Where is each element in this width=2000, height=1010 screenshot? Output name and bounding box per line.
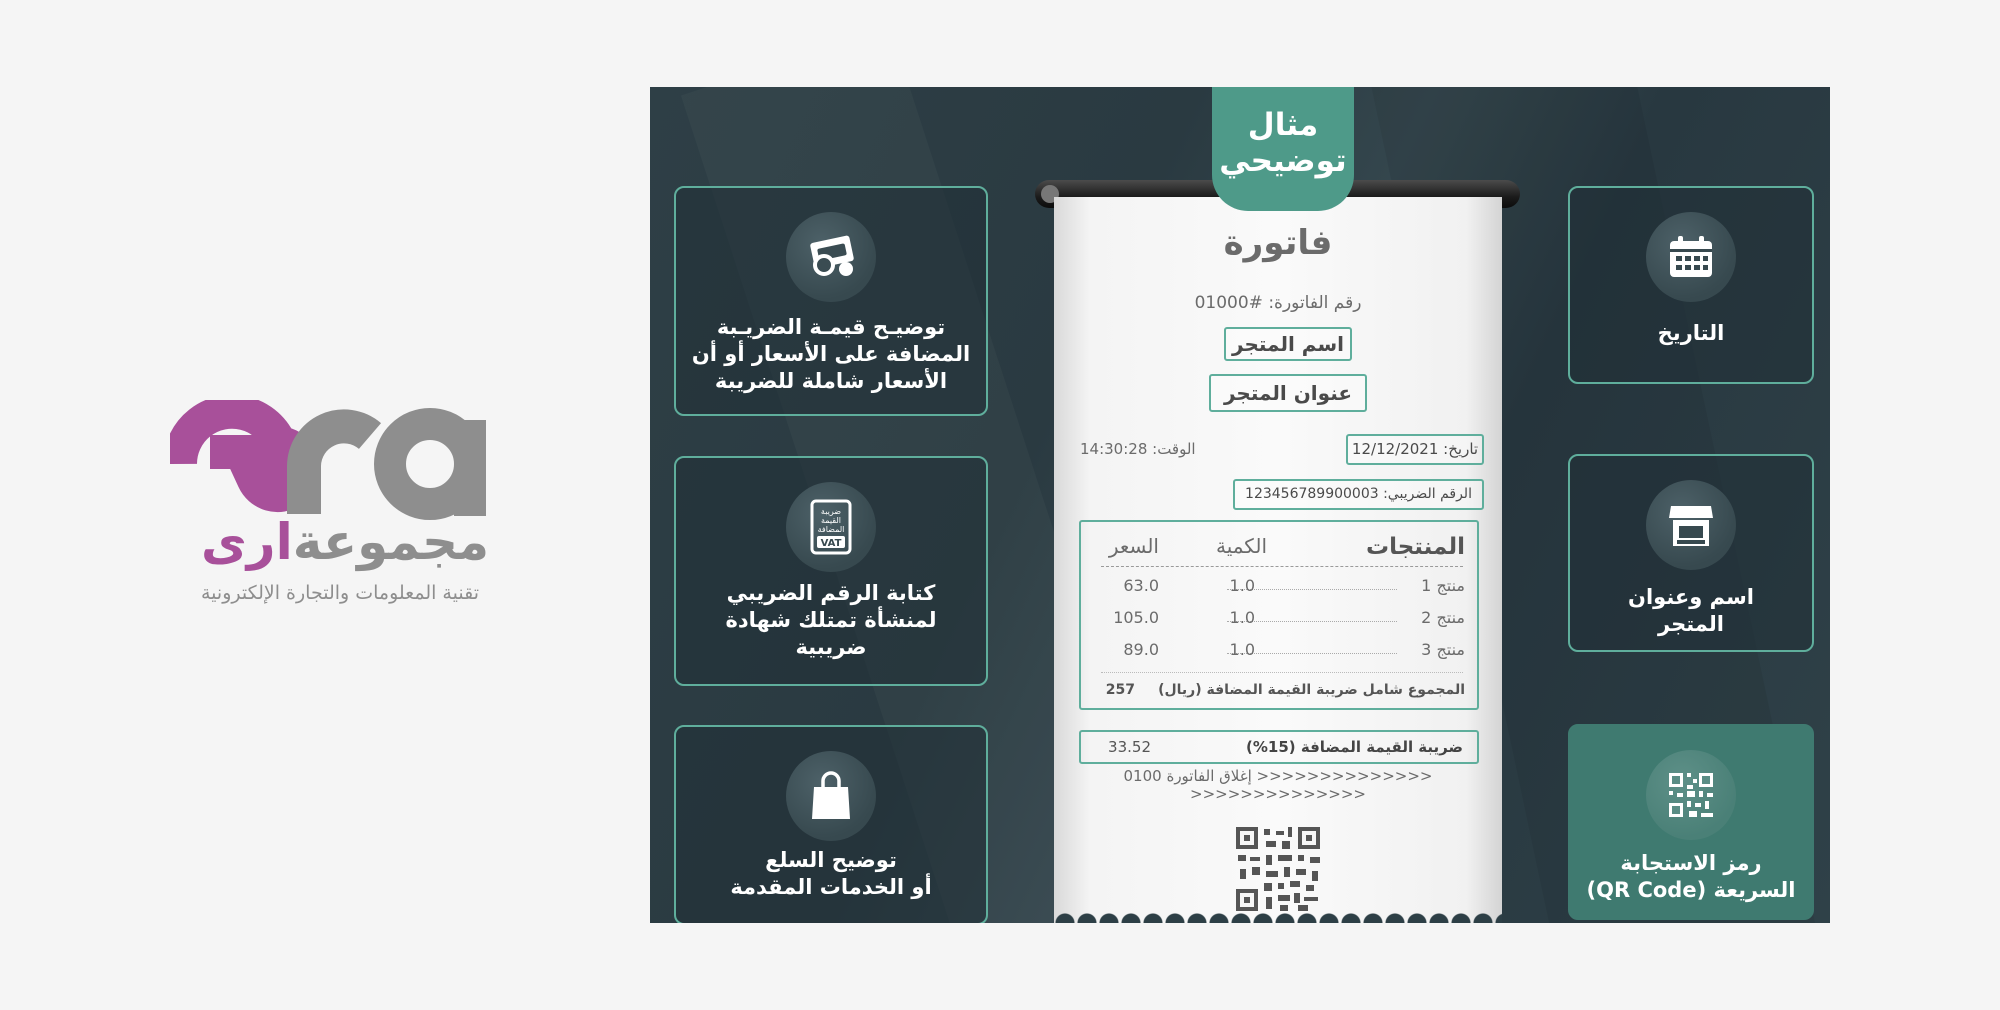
- table-header-qty: الكمية: [1215, 534, 1267, 558]
- badge-line: مثال: [1247, 107, 1319, 143]
- card-text-line: ضريبية: [795, 635, 867, 659]
- row-qty: 1.0: [1229, 576, 1255, 595]
- table-divider: [1101, 566, 1463, 567]
- products-table: المنتجات الكمية السعر منتج 1 1.0 63.0 من…: [1079, 520, 1479, 710]
- total-value: 257: [1105, 682, 1135, 698]
- card-text-line: توضيـح قيمـة الضريـبة: [716, 315, 946, 339]
- brand-arabic-part2: ارى: [200, 513, 293, 571]
- card-text-line: أو الخدمات المقدمة: [730, 875, 932, 899]
- table-row: منتج 1 1.0 63.0: [1081, 576, 1477, 602]
- vat-icon-text: المضافة: [818, 525, 845, 534]
- card-text-line: رمز الاستجابة: [1620, 851, 1762, 875]
- card-text-line: التاريخ: [1657, 321, 1725, 345]
- vat-icon-text: القيمة: [821, 516, 841, 525]
- vat-label: ضريبة القيمة المضافة (15%): [1246, 738, 1463, 756]
- store-name-box: اسم المتجر: [1224, 327, 1352, 361]
- receipt-title: فاتورة: [1223, 223, 1333, 263]
- row-qty: 1.0: [1229, 608, 1255, 627]
- vat-value: 33.52: [1108, 738, 1151, 756]
- table-row: منتج 3 1.0 89.0: [1081, 640, 1477, 666]
- time-text: الوقت: 14:30:28: [1080, 440, 1196, 458]
- tax-number-box: الرقم الضريبي: 123456789900003: [1233, 479, 1484, 510]
- card-text-line: كتابة الرقم الضريبي: [726, 581, 936, 605]
- calendar-icon: [1646, 212, 1736, 302]
- table-divider: [1101, 672, 1463, 673]
- card-text-line: توضيح السلع: [765, 848, 897, 872]
- row-qty: 1.0: [1229, 640, 1255, 659]
- card-text-line: السريعة (QR Code): [1586, 878, 1796, 902]
- invoice-number: رقم الفاتورة: #01000: [1194, 293, 1362, 313]
- card-text-line: الأسعار شاملة للضريبة: [714, 369, 948, 393]
- row-price: 63.0: [1123, 576, 1159, 595]
- total-label: المجموع شامل ضريبة القيمة المضافة (ريال): [1158, 682, 1465, 698]
- brand-tagline: تقنية المعلومات والتجارة الإلكترونية: [200, 582, 479, 604]
- receipt-qr-code: [1236, 827, 1320, 911]
- badge-line: توضيحي: [1219, 143, 1347, 179]
- vat-icon-text: VAT: [821, 538, 842, 549]
- store-address-box: عنوان المتجر: [1209, 374, 1367, 412]
- brand-arabic-part1: مجموعة: [292, 513, 490, 571]
- money-icon: [786, 212, 876, 302]
- row-product-name: منتج 1: [1421, 576, 1465, 595]
- vat-amount-box: ضريبة القيمة المضافة (15%) 33.52: [1079, 730, 1479, 764]
- table-header-products: المنتجات: [1365, 534, 1465, 560]
- receipt-torn-edge: [1054, 907, 1502, 923]
- brand-arabic-name: مجموعةارى: [180, 512, 510, 572]
- brand-logo: مجموعةارى تقنية المعلومات والتجارة الإلك…: [170, 400, 510, 620]
- invoice-closing-line: <<<<<<<<<<<<<< إغلاق الفاتورة 0100 <<<<<…: [1123, 767, 1433, 803]
- card-store-info: اسم وعنوان المتجر: [1568, 454, 1814, 652]
- row-product-name: منتج 2: [1421, 608, 1465, 627]
- card-goods-services: توضيح السلع أو الخدمات المقدمة: [674, 725, 988, 923]
- receipt: فاتورة رقم الفاتورة: #01000 اسم المتجر ع…: [1054, 197, 1502, 923]
- card-date: التاريخ: [1568, 186, 1814, 384]
- qr-code-icon: [1646, 750, 1736, 840]
- card-text-line: لمنشأة تمتلك شهادة: [725, 608, 937, 632]
- date-box: تاريخ: 12/12/2021: [1346, 434, 1484, 465]
- table-header-price: السعر: [1108, 534, 1159, 558]
- vat-certificate-icon: ضريبة القيمة المضافة VAT: [786, 482, 876, 572]
- example-badge: مثال توضيحي: [1212, 87, 1354, 211]
- store-icon: [1646, 480, 1736, 570]
- infographic-panel: توضيـح قيمـة الضريـبة المضافة على الأسعا…: [650, 87, 1830, 923]
- row-price: 105.0: [1113, 608, 1159, 627]
- card-qr-code: رمز الاستجابة السريعة (QR Code): [1568, 724, 1814, 920]
- card-text-line: اسم وعنوان: [1628, 585, 1754, 609]
- table-row: منتج 2 1.0 105.0: [1081, 608, 1477, 634]
- card-text-line: المضافة على الأسعار أو أن: [691, 342, 971, 366]
- shopping-bag-icon: [786, 751, 876, 841]
- vat-icon-text: ضريبة: [821, 507, 841, 516]
- card-vat-display: توضيـح قيمـة الضريـبة المضافة على الأسعا…: [674, 186, 988, 416]
- row-product-name: منتج 3: [1421, 640, 1465, 659]
- card-text-line: المتجر: [1658, 612, 1724, 636]
- era-logo-mark: [170, 400, 486, 520]
- row-price: 89.0: [1123, 640, 1159, 659]
- card-tax-number: ضريبة القيمة المضافة VAT كتابة الرقم الض…: [674, 456, 988, 686]
